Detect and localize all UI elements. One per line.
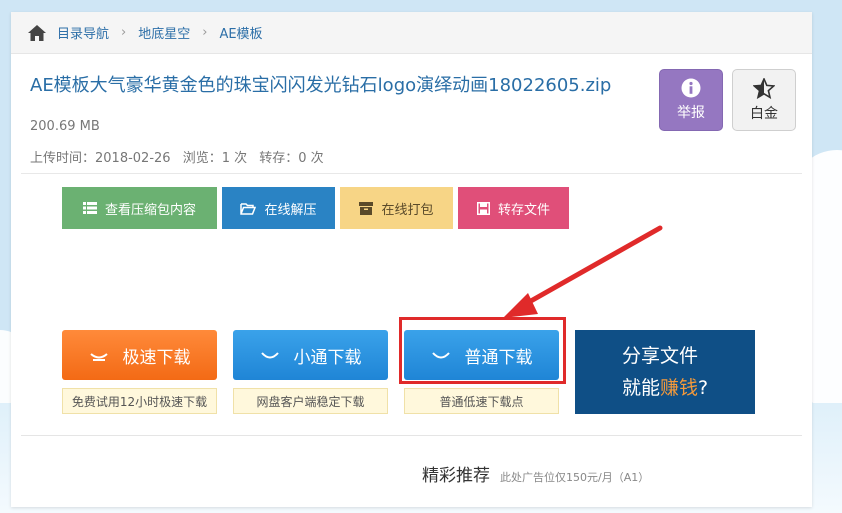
file-title[interactable]: AE模板大气豪华黄金色的珠宝闪闪发光钻石logo演绎动画18022605.zip (30, 74, 630, 98)
online-unzip-button[interactable]: 在线解压 (222, 187, 335, 229)
online-pack-button[interactable]: 在线打包 (340, 187, 453, 229)
save-file-button[interactable]: 转存文件 (458, 187, 569, 229)
normal-download-note: 普通低速下载点 (404, 388, 559, 414)
report-label: 举报 (677, 105, 705, 121)
folder-open-icon (240, 202, 257, 215)
save-count: 转存：0 次 (259, 151, 324, 166)
recommend-title: 精彩推荐 (422, 466, 490, 486)
download-icon (260, 352, 279, 359)
list-icon (82, 202, 97, 214)
view-archive-label: 查看压缩包内容 (104, 202, 196, 218)
share-earn-ad[interactable]: 分享文件 就能赚钱? (575, 330, 755, 414)
view-count: 浏览：1 次 (182, 151, 248, 166)
download-icon (89, 353, 108, 361)
view-archive-button[interactable]: 查看压缩包内容 (62, 187, 217, 229)
small-download-label: 小通下载 (293, 347, 362, 368)
small-download-note: 网盘客户端稳定下载 (233, 388, 388, 414)
fast-download-note: 免费试用12小时极速下载 (62, 388, 217, 414)
upload-time: 上传时间：2018-02-26 (30, 151, 171, 166)
file-size: 200.69 MB (30, 119, 100, 134)
online-pack-label: 在线打包 (381, 202, 434, 218)
save-icon (476, 201, 490, 215)
small-download-button[interactable]: 小通下载 (233, 330, 388, 380)
recommend-header: 精彩推荐 此处广告位仅150元/月（A1） (422, 461, 649, 486)
breadcrumb-item-current[interactable]: AE模板 (219, 23, 262, 42)
breadcrumb-item-directory[interactable]: 目录导航 (57, 23, 109, 42)
save-file-label: 转存文件 (497, 202, 550, 218)
info-icon (681, 78, 701, 98)
online-unzip-label: 在线解压 (264, 202, 317, 218)
star-icon (753, 77, 775, 99)
fast-download-label: 极速下载 (122, 347, 191, 368)
file-panel: 目录导航 › 地底星空 › AE模板 AE模板大气豪华黄金色的珠宝闪闪发光钻石l… (11, 12, 812, 507)
share-ad-line2: 就能赚钱? (622, 377, 709, 399)
share-ad-highlight: 赚钱 (660, 377, 699, 399)
breadcrumb-separator: › (121, 25, 127, 40)
archive-icon (359, 201, 374, 215)
highlight-box (399, 317, 566, 384)
fast-download-button[interactable]: 极速下载 (62, 330, 217, 380)
breadcrumb-item-category[interactable]: 地底星空 (138, 23, 190, 42)
platinum-label: 白金 (750, 105, 778, 122)
breadcrumb-separator: › (202, 25, 208, 40)
home-icon[interactable] (27, 24, 47, 42)
divider (21, 173, 802, 174)
file-meta: 上传时间：2018-02-26 浏览：1 次 转存：0 次 (30, 147, 332, 166)
breadcrumb: 目录导航 › 地底星空 › AE模板 (11, 12, 812, 54)
report-button[interactable]: 举报 (659, 69, 723, 131)
divider (21, 435, 802, 436)
ad-price-note: 此处广告位仅150元/月（A1） (500, 471, 650, 484)
share-ad-line1: 分享文件 (622, 345, 699, 367)
platinum-button[interactable]: 白金 (732, 69, 796, 131)
